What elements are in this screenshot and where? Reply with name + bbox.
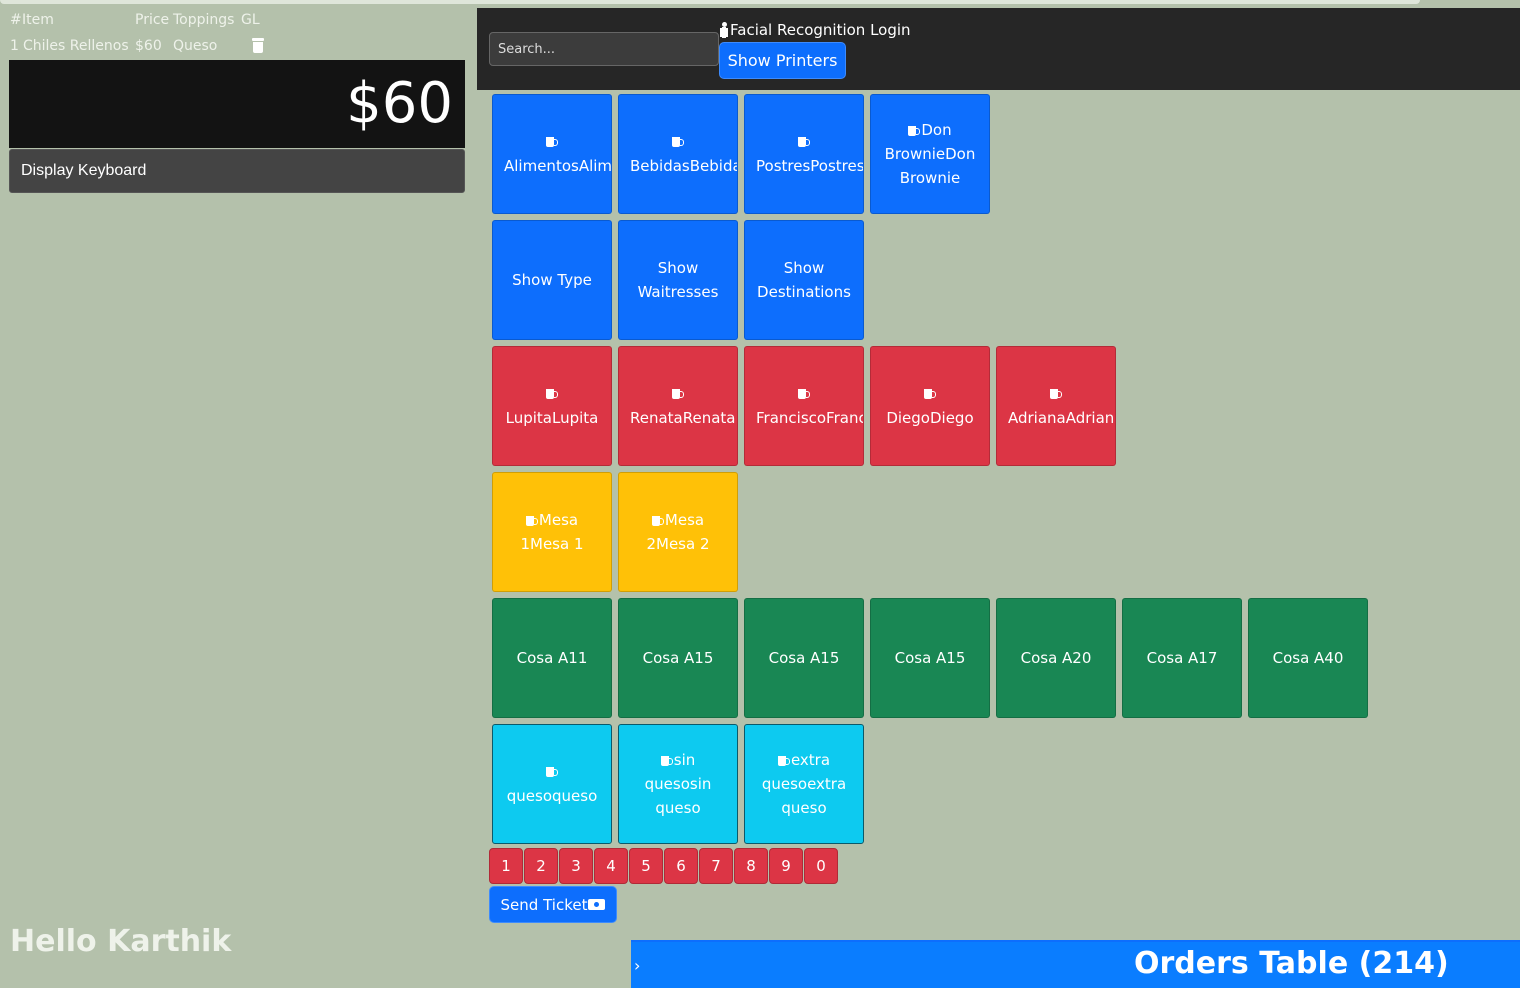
tile-label: FranciscoFrancisco [756, 409, 863, 427]
tile-label: extra quesoextra queso [761, 751, 847, 817]
tile-label: Cosa A15 [894, 649, 966, 667]
cup-icon [545, 137, 558, 147]
row-item: Chiles Rellenos [23, 38, 129, 54]
header-price: Price [135, 12, 170, 28]
cup-icon [1049, 389, 1062, 399]
show-waitresses-tile[interactable]: Show Waitresses [618, 220, 738, 340]
tile-label: BebidasBebidas [630, 157, 738, 175]
tile-label: Show Destinations [757, 259, 851, 301]
numpad-key-9[interactable]: 9 [769, 848, 803, 884]
numpad-key-1[interactable]: 1 [489, 848, 523, 884]
show-type-tile[interactable]: Show Type [492, 220, 612, 340]
tile-label: PostresPostres [756, 157, 864, 175]
waitress-tile-diego[interactable]: DiegoDiego [870, 346, 990, 466]
tile-label: LupitaLupita [505, 409, 599, 427]
item-tile[interactable]: Cosa A15 [870, 598, 990, 718]
numpad-key-5[interactable]: 5 [629, 848, 663, 884]
tile-label: Show Waitresses [637, 259, 719, 301]
tile-label: sin quesosin queso [644, 751, 712, 817]
orders-table-title: Orders Table (214) [1134, 946, 1449, 981]
table-tile-mesa-2[interactable]: Mesa 2Mesa 2 [618, 472, 738, 592]
tile-label: DiegoDiego [886, 409, 974, 427]
cup-icon [545, 389, 558, 399]
tile-label: Cosa A15 [768, 649, 840, 667]
orders-table-bar[interactable]: › Orders Table (214) [631, 940, 1520, 988]
browser-top-edge [0, 0, 1520, 8]
numpad-key-0[interactable]: 0 [804, 848, 838, 884]
tile-label: AlimentosAlimentos [504, 157, 612, 175]
tile-label: quesoqueso [506, 787, 598, 805]
numpad-key-3[interactable]: 3 [559, 848, 593, 884]
tile-label: Cosa A40 [1272, 649, 1344, 667]
item-tile[interactable]: Cosa A15 [618, 598, 738, 718]
cup-icon [908, 125, 921, 136]
topping-tile-queso[interactable]: quesoqueso [492, 724, 612, 844]
show-printers-button[interactable]: Show Printers [719, 42, 846, 79]
cup-icon [651, 515, 664, 526]
tile-label: AdrianaAdriana [1008, 409, 1116, 427]
cup-icon [545, 767, 558, 777]
search-input[interactable] [489, 32, 719, 66]
tile-label: RenataRenata [630, 409, 736, 427]
tile-label: Cosa A11 [516, 649, 588, 667]
row-toppings: Queso [173, 38, 218, 54]
waitress-tile-adriana[interactable]: AdrianaAdriana [996, 346, 1116, 466]
header-gl: GL [241, 12, 260, 28]
cup-icon [797, 137, 810, 147]
category-tile-alimentos[interactable]: AlimentosAlimentos [492, 94, 612, 214]
cup-icon [777, 755, 790, 766]
facial-login-label: Facial Recognition Login [730, 21, 911, 39]
order-total: $60 [346, 71, 453, 136]
cup-icon [660, 755, 673, 766]
item-tile[interactable]: Cosa A17 [1122, 598, 1242, 718]
waitress-tile-lupita[interactable]: LupitaLupita [492, 346, 612, 466]
category-tile-postres[interactable]: PostresPostres [744, 94, 864, 214]
facial-recognition-login[interactable]: Facial Recognition Login [719, 21, 911, 39]
tile-label: Cosa A15 [642, 649, 714, 667]
item-tile[interactable]: Cosa A15 [744, 598, 864, 718]
numpad-key-4[interactable]: 4 [594, 848, 628, 884]
cup-icon [797, 389, 810, 399]
cup-icon [671, 137, 684, 147]
tile-label: Cosa A20 [1020, 649, 1092, 667]
top-bar: Facial Recognition Login Show Printers [477, 8, 1520, 90]
table-tile-mesa-1[interactable]: Mesa 1Mesa 1 [492, 472, 612, 592]
order-row: 1 Chiles Rellenos $60 Queso [10, 38, 470, 58]
waitress-tile-francisco[interactable]: FranciscoFrancisco [744, 346, 864, 466]
numpad-key-8[interactable]: 8 [734, 848, 768, 884]
display-keyboard-button[interactable]: Display Keyboard [9, 149, 465, 193]
category-tile-don-brownie[interactable]: Don BrownieDon Brownie [870, 94, 990, 214]
trash-icon[interactable] [252, 38, 264, 53]
topping-tile-sin-queso[interactable]: sin quesosin queso [618, 724, 738, 844]
header-num: # [10, 12, 22, 28]
cup-icon [671, 389, 684, 399]
tile-label: Cosa A17 [1146, 649, 1218, 667]
tile-label: Don BrownieDon Brownie [884, 121, 976, 187]
cup-icon [525, 515, 538, 526]
waitress-tile-renata[interactable]: RenataRenata [618, 346, 738, 466]
header-toppings: Toppings [173, 12, 235, 28]
row-price: $60 [135, 38, 162, 54]
row-qty: 1 [10, 38, 19, 54]
numpad-key-2[interactable]: 2 [524, 848, 558, 884]
item-tile[interactable]: Cosa A11 [492, 598, 612, 718]
person-icon [719, 22, 729, 38]
order-total-display: $60 [9, 60, 465, 148]
greeting: Hello Karthik [10, 924, 232, 959]
topping-tile-extra-queso[interactable]: extra quesoextra queso [744, 724, 864, 844]
tile-label: Show Type [512, 271, 592, 289]
item-tile[interactable]: Cosa A20 [996, 598, 1116, 718]
cup-icon [923, 389, 936, 399]
show-destinations-tile[interactable]: Show Destinations [744, 220, 864, 340]
send-ticket-button[interactable]: Send Ticket [489, 886, 617, 923]
chevron-right-icon[interactable]: › [634, 956, 640, 975]
category-tile-bebidas[interactable]: BebidasBebidas [618, 94, 738, 214]
header-item: Item [22, 12, 54, 28]
ticket-icon [588, 899, 606, 910]
numpad-key-7[interactable]: 7 [699, 848, 733, 884]
numpad-key-6[interactable]: 6 [664, 848, 698, 884]
order-table-header: # Item Price Toppings GL [10, 12, 470, 32]
item-tile[interactable]: Cosa A40 [1248, 598, 1368, 718]
send-ticket-label: Send Ticket [500, 895, 588, 914]
